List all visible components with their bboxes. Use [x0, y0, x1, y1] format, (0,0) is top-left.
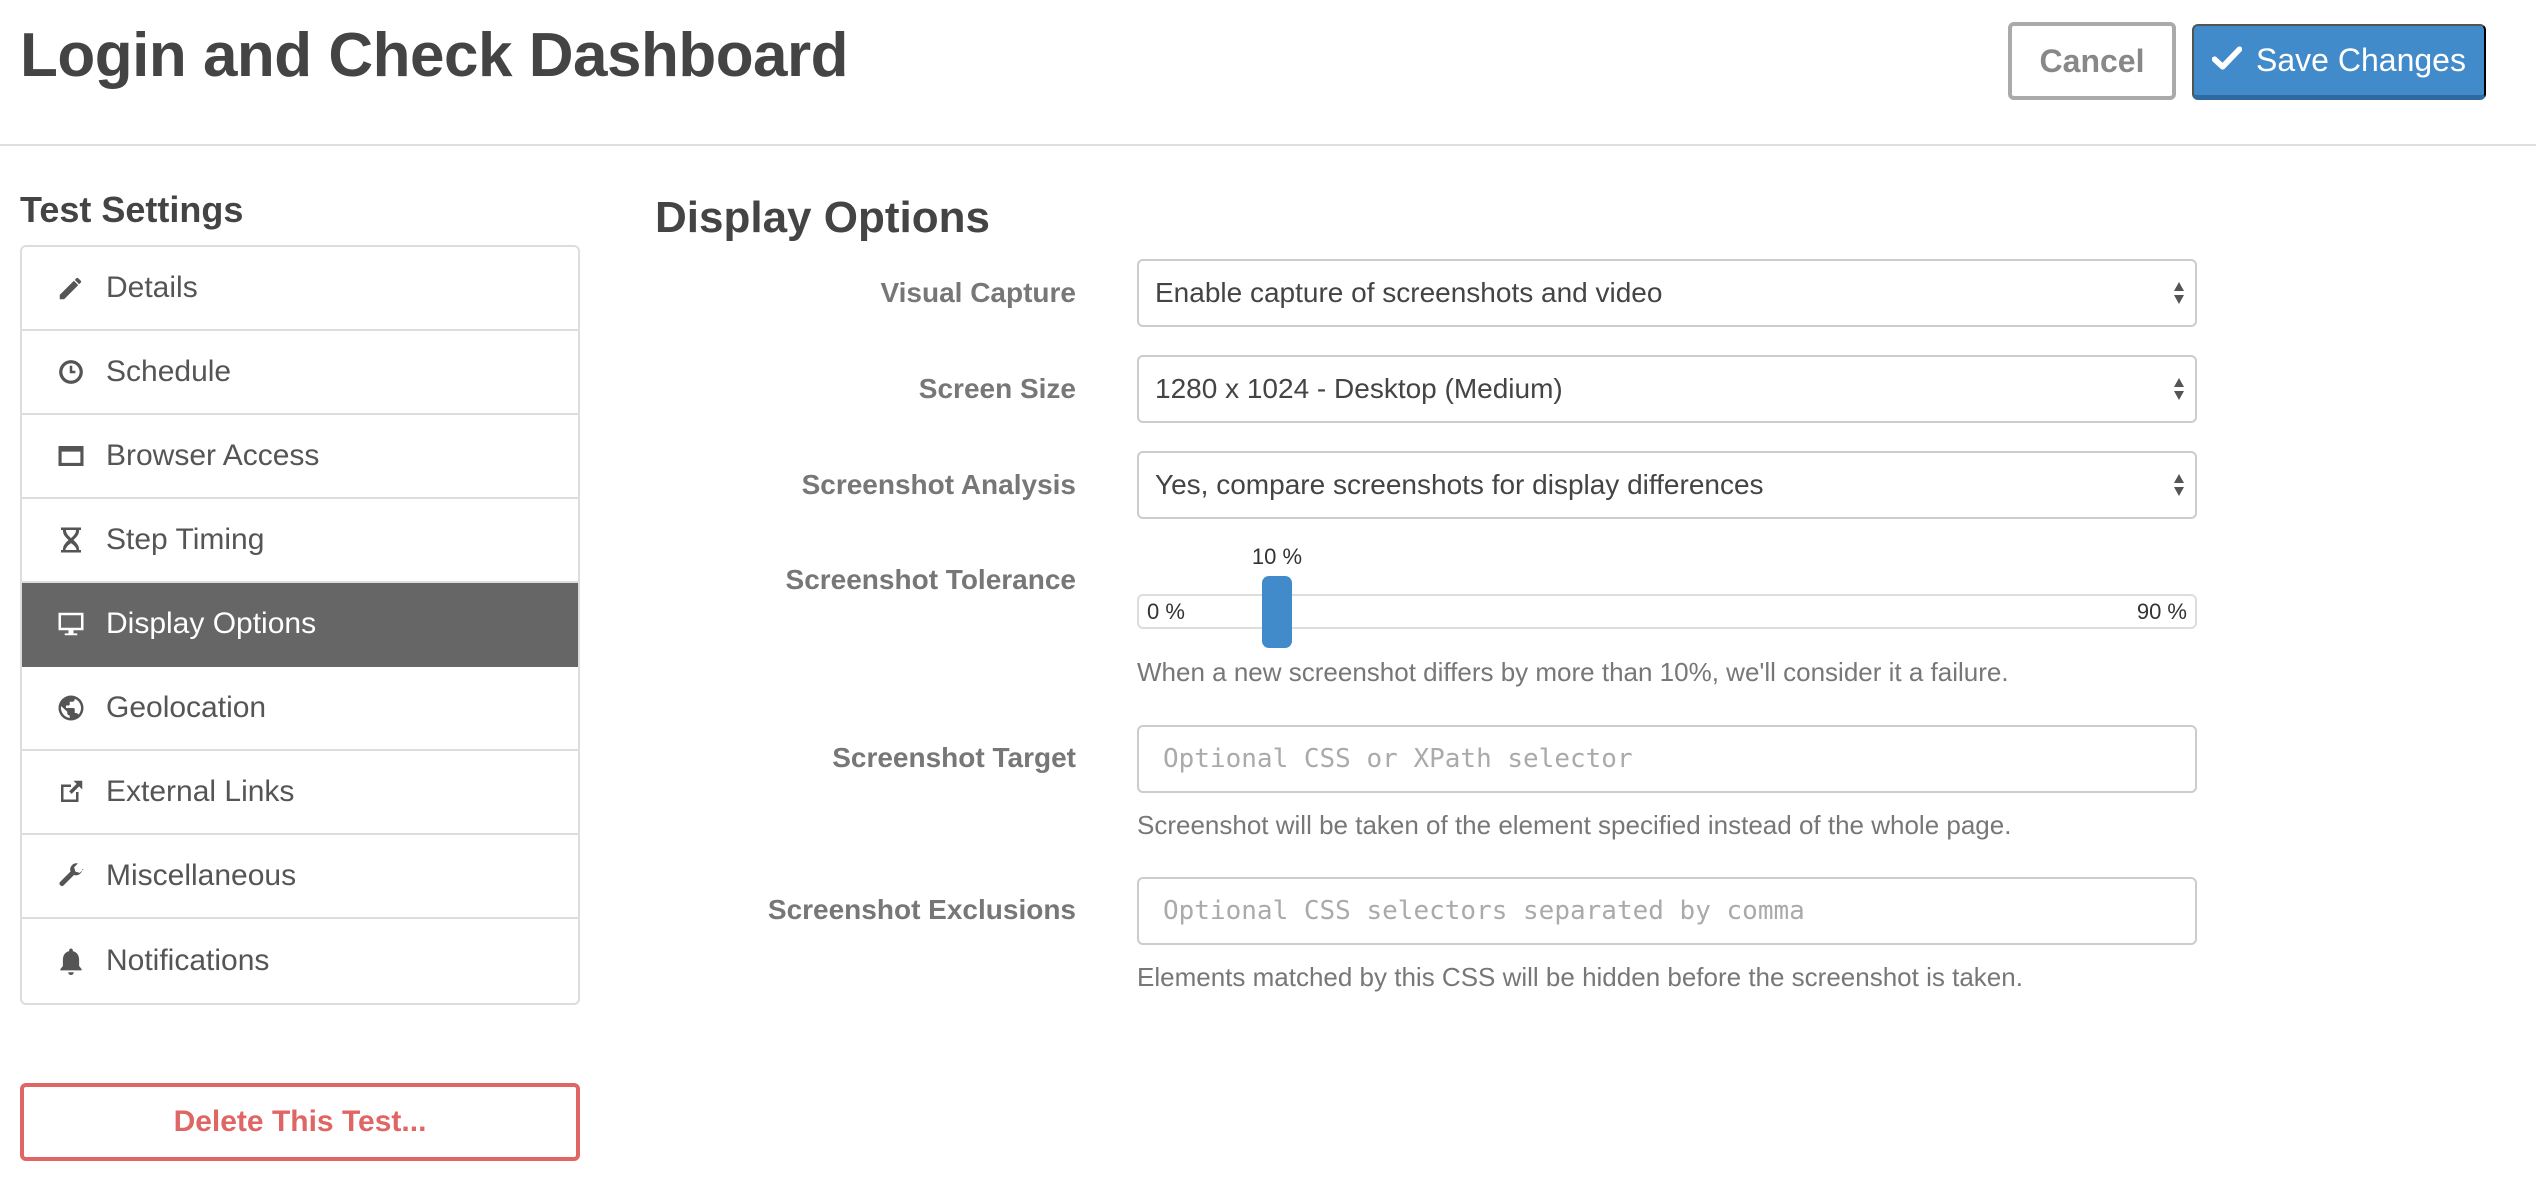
- visual-capture-select[interactable]: Enable capture of screenshots and video: [1137, 259, 2197, 327]
- screenshot-tolerance-label: Screenshot Tolerance: [785, 564, 1076, 595]
- sidebar-item-notifications[interactable]: Notifications: [22, 919, 578, 1003]
- section-title: Display Options: [655, 193, 990, 242]
- page-title: Login and Check Dashboard: [20, 21, 849, 90]
- hourglass-icon: [56, 525, 86, 555]
- screenshot-target-label: Screenshot Target: [832, 742, 1076, 773]
- cancel-button-label: Cancel: [2039, 42, 2145, 79]
- browser-window-icon: [56, 441, 86, 471]
- sidebar-item-label: Geolocation: [106, 691, 267, 724]
- header-divider: [0, 144, 2536, 146]
- save-changes-button[interactable]: Save Changes: [2192, 24, 2486, 100]
- sidebar-item-miscellaneous[interactable]: Miscellaneous: [22, 835, 578, 919]
- sidebar-item-schedule[interactable]: Schedule: [22, 331, 578, 415]
- exclusions-help-text: Elements matched by this CSS will be hid…: [1137, 962, 2023, 992]
- visual-capture-value: Enable capture of screenshots and video: [1155, 277, 1663, 308]
- sidebar-item-label: Details: [106, 271, 198, 304]
- sidebar-item-label: Miscellaneous: [106, 859, 297, 892]
- sidebar-title: Test Settings: [20, 189, 244, 230]
- screenshot-analysis-label: Screenshot Analysis: [801, 469, 1076, 500]
- tolerance-slider-track[interactable]: 0 % 90 %: [1137, 594, 2197, 629]
- slider-max-label: 90 %: [2136, 599, 2187, 624]
- cancel-button[interactable]: Cancel: [2008, 22, 2176, 100]
- sidebar-item-display-options[interactable]: Display Options: [22, 583, 578, 667]
- sidebar-item-external-links[interactable]: External Links: [22, 751, 578, 835]
- external-link-icon: [56, 777, 86, 807]
- screenshot-exclusions-label: Screenshot Exclusions: [767, 894, 1076, 925]
- select-arrows-icon: [2171, 470, 2187, 500]
- sidebar-item-label: Notifications: [106, 944, 270, 977]
- settings-nav: Details Schedule Browser Access Step Tim…: [20, 245, 580, 1005]
- bell-icon: [56, 946, 86, 976]
- pencil-icon: [56, 273, 86, 303]
- sidebar-item-label: Step Timing: [106, 523, 265, 556]
- screenshot-analysis-value: Yes, compare screenshots for display dif…: [1155, 469, 1764, 500]
- visual-capture-label: Visual Capture: [880, 277, 1076, 308]
- screenshot-target-input[interactable]: [1137, 725, 2197, 793]
- checkmark-icon: [2211, 42, 2243, 79]
- screenshot-exclusions-input[interactable]: [1137, 877, 2197, 945]
- sidebar-item-browser-access[interactable]: Browser Access: [22, 415, 578, 499]
- slider-min-label: 0 %: [1147, 599, 1185, 624]
- screen-size-select[interactable]: 1280 x 1024 - Desktop (Medium): [1137, 355, 2197, 423]
- slider-value-label: 10 %: [1251, 544, 1303, 569]
- wrench-icon: [56, 861, 86, 891]
- sidebar-item-details[interactable]: Details: [22, 247, 578, 331]
- select-arrows-icon: [2171, 374, 2187, 404]
- monitor-icon: [56, 609, 86, 639]
- sidebar-item-geolocation[interactable]: Geolocation: [22, 667, 578, 751]
- sidebar-item-label: Browser Access: [106, 439, 320, 472]
- sidebar-item-label: External Links: [106, 775, 295, 808]
- clock-icon: [56, 357, 86, 387]
- sidebar-item-step-timing[interactable]: Step Timing: [22, 499, 578, 583]
- tolerance-help-text: When a new screenshot differs by more th…: [1137, 657, 2009, 687]
- delete-button-label: Delete This Test...: [173, 1105, 427, 1138]
- globe-icon: [56, 693, 86, 723]
- target-help-text: Screenshot will be taken of the element …: [1137, 810, 2012, 840]
- screenshot-analysis-select[interactable]: Yes, compare screenshots for display dif…: [1137, 451, 2197, 519]
- delete-test-button[interactable]: Delete This Test...: [20, 1083, 580, 1161]
- screen-size-value: 1280 x 1024 - Desktop (Medium): [1155, 373, 1563, 404]
- sidebar-item-label: Schedule: [106, 355, 232, 388]
- tolerance-slider-handle[interactable]: [1262, 576, 1292, 648]
- select-arrows-icon: [2171, 278, 2187, 308]
- save-button-label: Save Changes: [2256, 42, 2466, 78]
- screen-size-label: Screen Size: [918, 373, 1076, 404]
- sidebar-item-label: Display Options: [106, 607, 317, 640]
